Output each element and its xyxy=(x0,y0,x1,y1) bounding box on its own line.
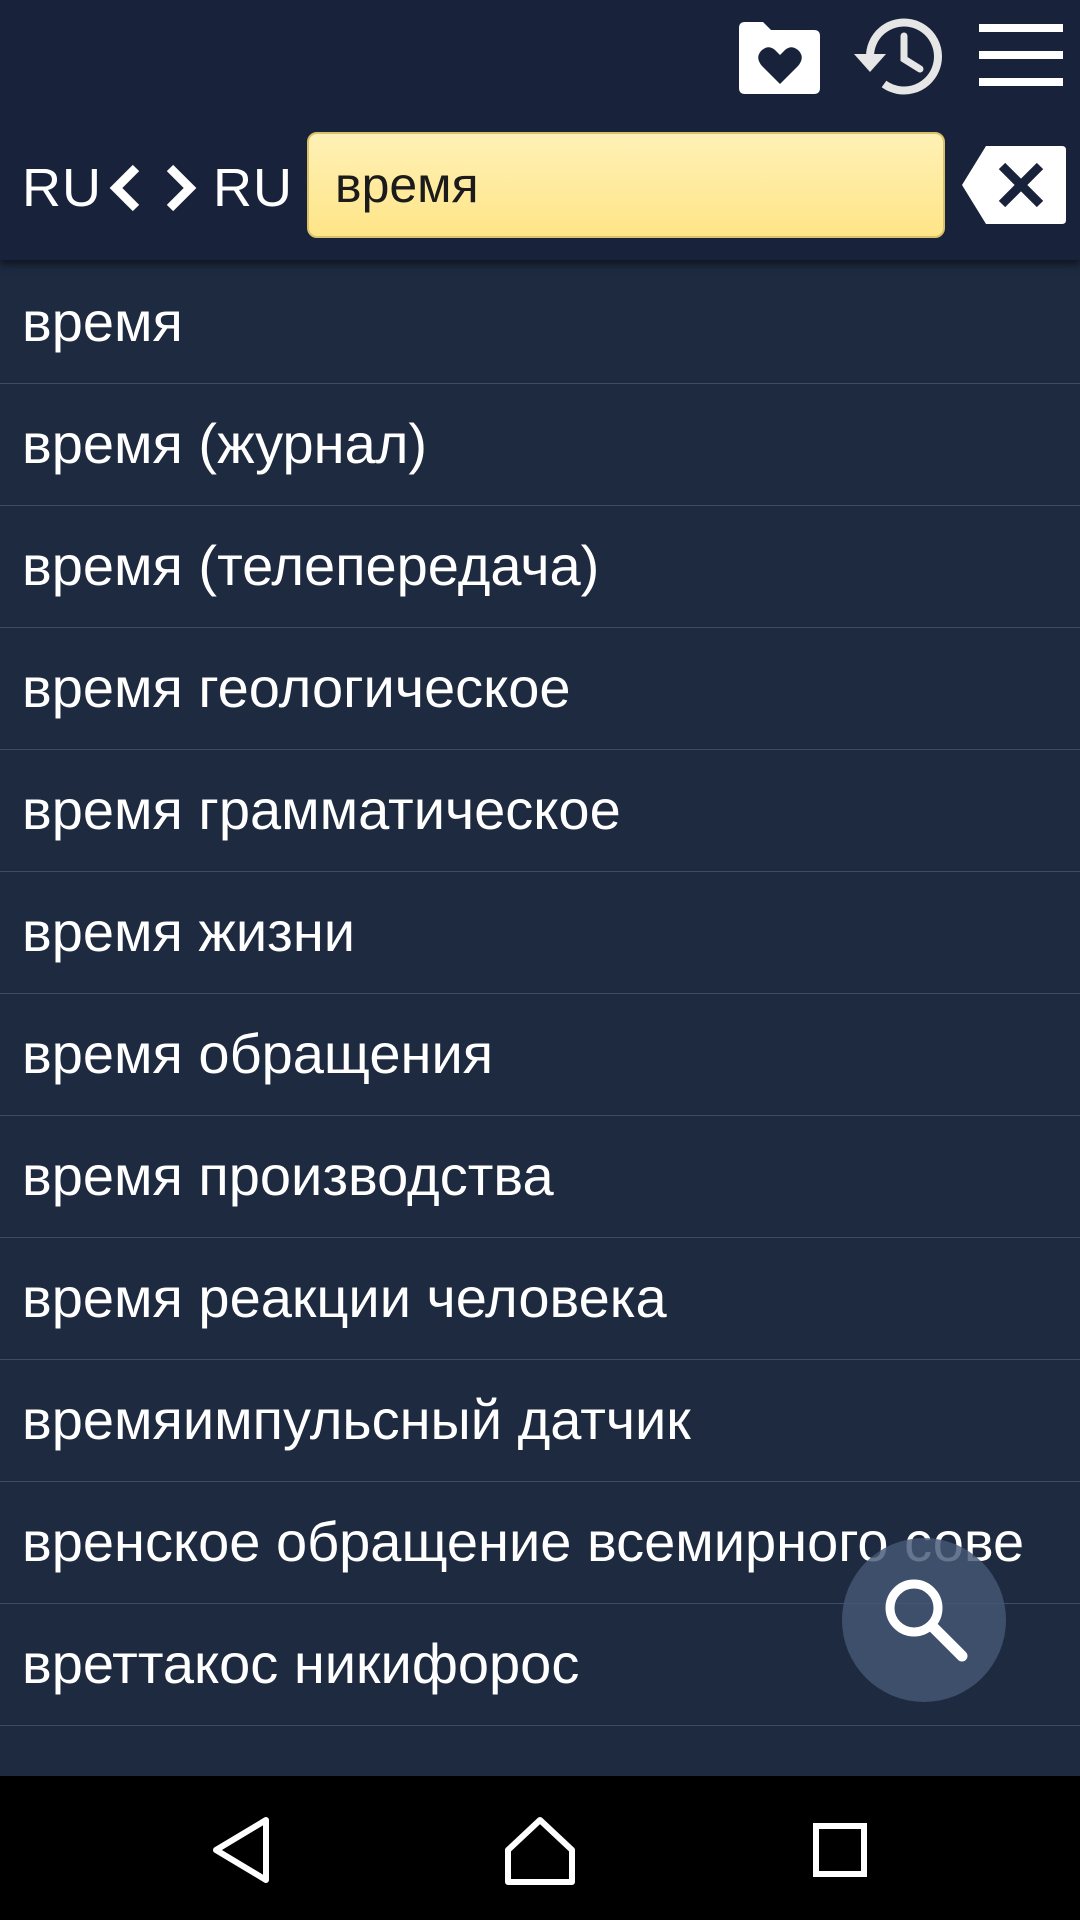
list-item[interactable]: время (телепередача) xyxy=(0,506,1080,628)
list-item[interactable]: время геологическое xyxy=(0,628,1080,750)
list-item[interactable]: время обращения xyxy=(0,994,1080,1116)
list-item[interactable]: времяимпульсный датчик xyxy=(0,1360,1080,1482)
target-language[interactable]: RU xyxy=(213,148,293,228)
top-toolbar: RU RU xyxy=(0,0,1080,260)
list-item[interactable]: время производства xyxy=(0,1116,1080,1238)
list-item[interactable]: время жизни xyxy=(0,872,1080,994)
menu-icon[interactable] xyxy=(977,22,1065,88)
list-item[interactable]: время грамматическое xyxy=(0,750,1080,872)
dictionary-app: RU RU время время (журнал) время (телепе… xyxy=(0,0,1080,1920)
chevron-left-icon[interactable] xyxy=(108,162,144,214)
search-icon xyxy=(885,1579,968,1662)
recent-apps-icon[interactable] xyxy=(802,1812,878,1888)
list-item[interactable]: время реакции человека xyxy=(0,1238,1080,1360)
back-icon[interactable] xyxy=(204,1812,280,1888)
favorites-folder-icon[interactable] xyxy=(733,18,826,96)
history-icon[interactable] xyxy=(848,14,948,100)
system-nav-bar xyxy=(0,1776,1080,1920)
backspace-clear-icon[interactable] xyxy=(960,144,1068,226)
home-icon[interactable] xyxy=(502,1812,578,1888)
list-item[interactable]: время xyxy=(0,262,1080,384)
search-fab-button[interactable] xyxy=(842,1538,1006,1702)
list-item[interactable]: время (журнал) xyxy=(0,384,1080,506)
chevron-right-icon[interactable] xyxy=(162,162,198,214)
source-language[interactable]: RU xyxy=(22,148,102,228)
search-box[interactable] xyxy=(307,132,945,238)
search-input[interactable] xyxy=(335,134,925,236)
